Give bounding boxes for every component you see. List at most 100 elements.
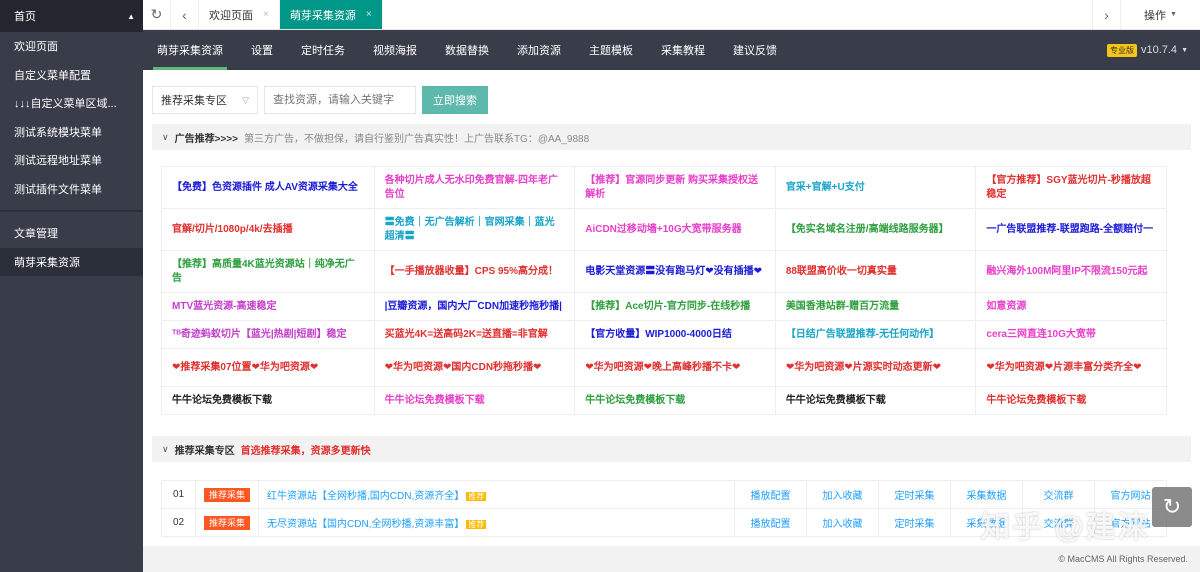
search-bar: 推荐采集专区 ▽ 立即搜索	[152, 86, 488, 114]
ad-link[interactable]: 【免实名域名注册/高端线路服务器】	[774, 208, 977, 251]
tab-welcome[interactable]: 欢迎页面 ×	[199, 0, 280, 29]
operations-menu[interactable]: 操作 ▼	[1120, 0, 1200, 29]
ad-link[interactable]: ❤华为吧资源❤国内CDN秒拖秒播❤	[373, 348, 576, 387]
scheduled-collect-button[interactable]: 定时采集	[878, 480, 951, 509]
version-menu[interactable]: 专业版 v10.7.4 ▼	[1106, 43, 1188, 57]
caret-down-icon: ▼	[1181, 46, 1188, 54]
sidebar-item-test-plugin[interactable]: 测试插件文件菜单	[0, 175, 143, 204]
caret-down-icon: ▼	[1170, 11, 1177, 18]
refresh-icon[interactable]: ↻	[143, 0, 171, 29]
add-favorite-button[interactable]: 加入收藏	[806, 480, 879, 509]
ad-row: ᵀᴮ奇迹蚂蚁切片【蓝光|热剧|短剧】稳定 买蓝光4K=送高码2K=送直播=非官解【…	[161, 320, 1167, 349]
sidebar-item-test-remote[interactable]: 测试远程地址菜单	[0, 146, 143, 175]
row-number: 01	[161, 480, 196, 509]
nav-add-resource[interactable]: 添加资源	[503, 30, 575, 70]
ad-link[interactable]: 各种切片成人无水印免费官解-四年老广告位	[373, 166, 576, 209]
ad-link[interactable]: 牛牛论坛免费模板下载	[774, 386, 977, 415]
sidebar-item-test-module[interactable]: 测试系统模块菜单	[0, 118, 143, 147]
nav-tutorial[interactable]: 采集教程	[647, 30, 719, 70]
ad-link[interactable]: 如意资源	[975, 292, 1167, 321]
main-content: 推荐采集专区 ▽ 立即搜索 ∨ 广告推荐>>>> 第三方广告，不做担保，请自行鉴…	[143, 70, 1200, 546]
sidebar-item-mengya[interactable]: 萌芽采集资源	[0, 247, 143, 276]
play-config-button[interactable]: 播放配置	[734, 508, 807, 537]
search-input[interactable]	[264, 86, 416, 114]
ad-link[interactable]: 牛牛论坛免费模板下载	[373, 386, 576, 415]
tag-cell: 推荐采集	[194, 508, 260, 537]
scheduled-collect-button[interactable]: 定时采集	[878, 508, 951, 537]
ad-link[interactable]: 买蓝光4K=送高码2K=送直播=非官解	[373, 320, 576, 349]
sidebar-item-welcome[interactable]: 欢迎页面	[0, 32, 143, 61]
ad-link[interactable]: 【推荐】Ace切片-官方同步-在线秒播	[574, 292, 776, 321]
ad-link[interactable]: 美国香港站群-赠百万流量	[774, 292, 977, 321]
category-select[interactable]: 推荐采集专区 ▽	[152, 86, 258, 114]
ad-link[interactable]: ❤华为吧资源❤片源丰富分类齐全❤	[975, 348, 1167, 387]
resource-name-cell: 无尽资源站【国内CDN,全网秒播,资源丰富】 推荐	[258, 508, 735, 537]
nav-replace[interactable]: 数据替换	[431, 30, 503, 70]
tab-label: 欢迎页面	[209, 9, 253, 22]
resource-name-link[interactable]: 无尽资源站【国内CDN,全网秒播,资源丰富】	[267, 519, 464, 530]
recommend-title: 推荐采集专区	[174, 445, 235, 457]
ad-link[interactable]: 88联盟高价收一切真实量	[774, 250, 977, 293]
ads-title: 广告推荐>>>>	[174, 133, 238, 145]
ad-link[interactable]: 【官方收量】WIP1000-4000日结	[574, 320, 776, 349]
ad-row: 【推荐】高质量4K蓝光资源站｜纯净无广告 【一手播放器收量】CPS 95%高分成！…	[161, 250, 1167, 293]
resource-name-link[interactable]: 红牛资源站【全网秒播,国内CDN,资源齐全】	[267, 491, 464, 502]
ad-link[interactable]: 【日结广告联盟推荐-无任何动作】	[774, 320, 977, 349]
ad-link[interactable]: ❤华为吧资源❤晚上高峰秒播不卡❤	[574, 348, 776, 387]
nav-settings[interactable]: 设置	[237, 30, 287, 70]
ad-link[interactable]: 【官方推荐】SGY蓝光切片-秒播放超稳定	[975, 166, 1167, 209]
nav-feedback[interactable]: 建议反馈	[719, 30, 791, 70]
nav-scheduled[interactable]: 定时任务	[287, 30, 359, 70]
ad-link[interactable]: 官采+官解+U支付	[774, 166, 977, 209]
version-label: v10.7.4	[1140, 44, 1178, 56]
hot-badge: 推荐	[466, 492, 487, 501]
ad-link[interactable]: 牛牛论坛免费模板下载	[975, 386, 1167, 415]
ad-link[interactable]: 【推荐】官源同步更新 购买采集授权送解析	[574, 166, 776, 209]
ad-link[interactable]: 【免费】色资源插件 成人AV资源采集大全	[161, 166, 375, 209]
chevron-left-icon[interactable]: ‹	[171, 0, 199, 29]
ad-link[interactable]: ❤推荐采集07位置❤华为吧资源❤	[161, 348, 375, 387]
ad-row: ❤推荐采集07位置❤华为吧资源❤ ❤华为吧资源❤国内CDN秒拖秒播❤ ❤华为吧资源❤…	[161, 348, 1167, 387]
search-button[interactable]: 立即搜索	[422, 86, 488, 114]
ad-link[interactable]: 牛牛论坛免费模板下载	[574, 386, 776, 415]
ads-panel-header[interactable]: ∨ 广告推荐>>>> 第三方广告，不做担保，请自行鉴别广告真实性！上广告联系TG…	[152, 124, 1191, 150]
operations-label: 操作	[1144, 9, 1167, 22]
sidebar: 首页 ▲ 欢迎页面 自定义菜单配置 ↓↓↓自定义菜单区域... 测试系统模块菜单…	[0, 0, 143, 572]
ad-link[interactable]: 〓免费｜无广告解析｜官网采集｜蓝光超清〓	[373, 208, 576, 251]
chevron-down-icon: ∨	[162, 131, 169, 142]
sidebar-item-custom-menu[interactable]: 自定义菜单配置	[0, 61, 143, 90]
nav-poster[interactable]: 视频海报	[359, 30, 431, 70]
nav-theme[interactable]: 主题模板	[575, 30, 647, 70]
ad-row: 牛牛论坛免费模板下载 牛牛论坛免费模板下载 牛牛论坛免费模板下载 牛牛论坛免费模板下载…	[161, 386, 1167, 415]
play-config-button[interactable]: 播放配置	[734, 480, 807, 509]
ad-link[interactable]: 融兴海外100M阿里IP不限流150元起	[975, 250, 1167, 293]
ads-table: 【免费】色资源插件 成人AV资源采集大全 各种切片成人无水印免费官解-四年老广告位…	[161, 166, 1167, 415]
watermark: 知乎 @建涞	[980, 511, 1150, 544]
footer: © MacCMS All Rights Reserved.	[143, 546, 1200, 572]
sidebar-item-custom-area[interactable]: ↓↓↓自定义菜单区域...	[0, 89, 143, 118]
ad-link[interactable]: cera三网直连10G大宽带	[975, 320, 1167, 349]
ad-link[interactable]: ❤华为吧资源❤片源实时动态更新❤	[774, 348, 977, 387]
chevron-right-icon[interactable]: ›	[1092, 0, 1120, 29]
ad-link[interactable]: ᵀᴮ奇迹蚂蚁切片【蓝光|热剧|短剧】稳定	[161, 320, 375, 349]
sidebar-home-header[interactable]: 首页 ▲	[0, 0, 143, 32]
tab-mengya[interactable]: 萌芽采集资源 ×	[279, 0, 383, 29]
ad-link[interactable]: 一广告联盟推荐-联盟跑路-全额赔付一	[975, 208, 1167, 251]
recommend-note: 首选推荐采集，资源多更新快	[240, 445, 371, 457]
close-icon[interactable]: ×	[366, 9, 372, 20]
recommend-panel-header[interactable]: ∨ 推荐采集专区 首选推荐采集，资源多更新快	[152, 436, 1191, 462]
ad-link[interactable]: 官解/切片/1080p/4k/去插播	[161, 208, 375, 251]
close-icon[interactable]: ×	[263, 9, 269, 20]
refresh-float-icon[interactable]: ↻	[1152, 487, 1192, 527]
ad-link[interactable]: 【一手播放器收量】CPS 95%高分成！	[373, 250, 576, 293]
add-favorite-button[interactable]: 加入收藏	[806, 508, 879, 537]
sidebar-item-articles[interactable]: 文章管理	[0, 219, 143, 248]
ad-row: 【免费】色资源插件 成人AV资源采集大全 各种切片成人无水印免费官解-四年老广告位…	[161, 166, 1167, 209]
nav-mengya[interactable]: 萌芽采集资源	[143, 30, 237, 70]
ad-link[interactable]: 【推荐】高质量4K蓝光资源站｜纯净无广告	[161, 250, 375, 293]
ad-link[interactable]: 电影天堂资源〓没有跑马灯❤没有插播❤	[574, 250, 776, 293]
ad-link[interactable]: 牛牛论坛免费模板下载	[161, 386, 375, 415]
ad-link[interactable]: MTV蓝光资源-高速稳定	[161, 292, 375, 321]
ad-link[interactable]: AiCDN过移动墙+10G大宽带服务器	[574, 208, 776, 251]
ad-link[interactable]: |豆瓣资源，国内大厂CDN加速秒拖秒播|	[373, 292, 576, 321]
